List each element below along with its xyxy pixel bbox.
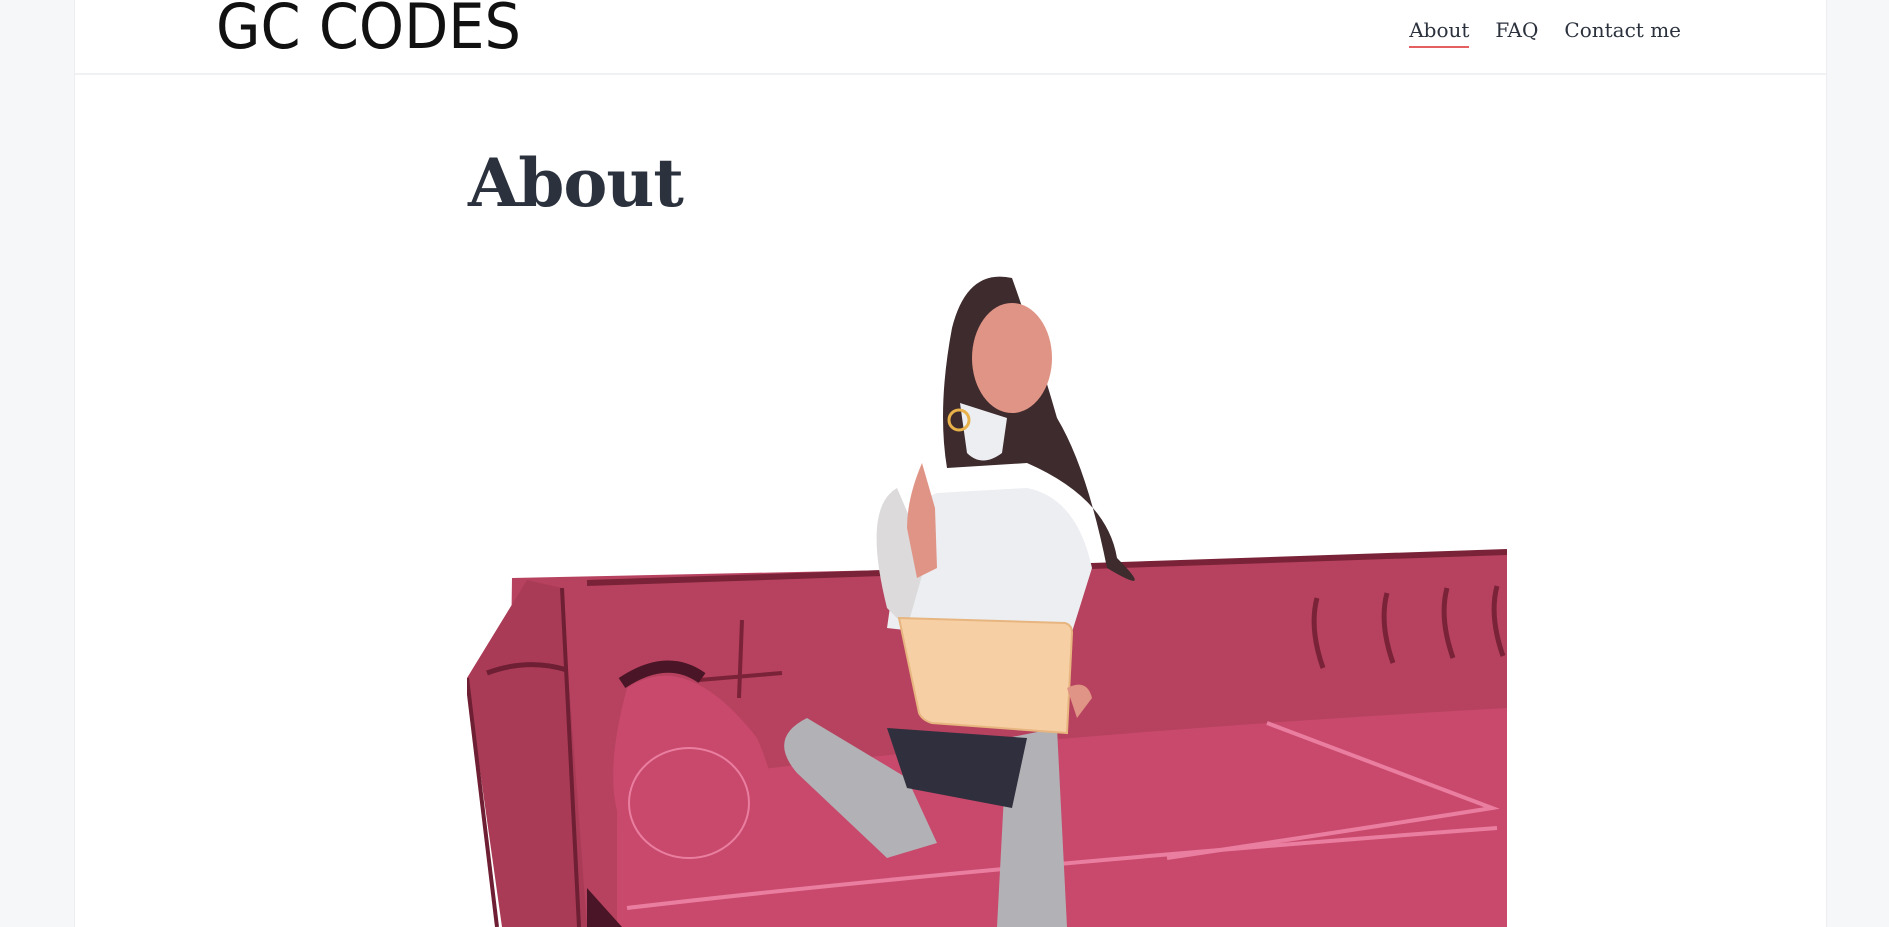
page-title: About [468,144,684,222]
nav-contact-link[interactable]: Contact me [1564,18,1681,48]
nav-about-link[interactable]: About [1409,18,1470,48]
site-logo[interactable]: GC CODES [216,0,536,56]
page-container: GC CODES About FAQ Contact me About [74,0,1827,927]
site-header: GC CODES About FAQ Contact me [75,0,1826,75]
main-nav: About FAQ Contact me [1409,18,1681,48]
nav-faq-link[interactable]: FAQ [1495,18,1538,48]
hero-illustration [467,276,1507,927]
svg-text:GC CODES: GC CODES [216,0,521,56]
